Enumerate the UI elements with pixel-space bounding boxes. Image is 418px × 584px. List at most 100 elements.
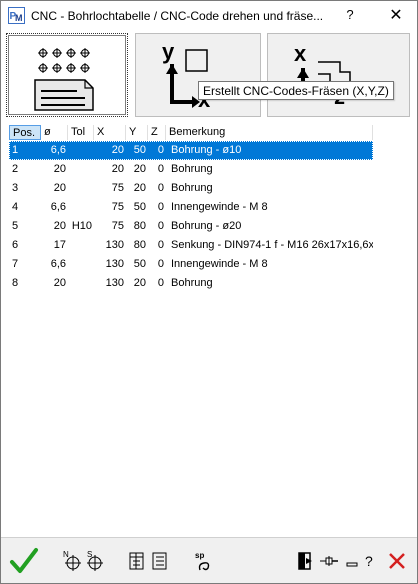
cell-x: 20	[111, 163, 124, 175]
cell-z: 0	[157, 144, 164, 156]
cell-y: 80	[133, 220, 146, 232]
cell-y: 50	[133, 201, 146, 213]
pin-icon[interactable]	[318, 548, 340, 574]
cell-tolerance	[68, 274, 94, 293]
cell-pos: 2	[12, 163, 19, 175]
cell-diameter: 6,6	[50, 144, 66, 156]
cell-x: 130	[105, 277, 124, 289]
hole-pattern-document-icon	[34, 48, 94, 111]
cell-bemerkung: Bohrung	[171, 163, 213, 175]
window-title: CNC - Bohrlochtabelle / CNC-Code drehen …	[31, 9, 324, 23]
y-axis-label: y	[162, 39, 175, 64]
close-icon[interactable]	[387, 548, 407, 574]
exit-door-icon[interactable]	[296, 548, 316, 574]
bottom-toolbar: N S sp ?	[1, 537, 417, 583]
xz-axes-icon: x z	[294, 41, 351, 109]
cell-tolerance: H10	[71, 220, 92, 232]
cell-x: 130	[105, 258, 124, 270]
cell-z: 0	[157, 182, 164, 194]
cell-x: 75	[111, 182, 124, 194]
cell-diameter: 6,6	[50, 201, 66, 213]
x-axis-label-milling: x	[294, 41, 307, 66]
cell-tolerance	[68, 160, 94, 179]
cell-tolerance	[68, 179, 94, 198]
svg-text:M: M	[15, 13, 23, 23]
cell-pos: 1	[12, 144, 19, 156]
mode-toolbar: y x x z Erstellt CNC-Codes-Fräsen (X,Y,Z…	[1, 31, 417, 121]
cell-pos: 6	[12, 239, 19, 251]
dialog-window: P M CNC - Bohrlochtabelle / CNC-Code dre…	[0, 0, 418, 584]
cell-tolerance	[68, 198, 94, 217]
cell-z: 0	[157, 239, 164, 251]
cell-z: 0	[157, 277, 164, 289]
cell-pos: 8	[12, 277, 19, 289]
cell-y: 20	[133, 163, 146, 175]
table-row[interactable]: 2 20 20 20 0 Bohrung	[9, 160, 373, 179]
cell-bemerkung: Innengewinde - M 8	[171, 201, 268, 213]
header-tolerance[interactable]: Tol	[68, 125, 94, 140]
north-label: N	[63, 550, 69, 559]
bohrlochtabelle-button[interactable]	[6, 33, 128, 117]
title-close-button[interactable]: ✕	[386, 6, 406, 26]
cell-x: 20	[111, 144, 124, 156]
minimize-icon[interactable]	[344, 548, 360, 574]
cell-tolerance	[68, 255, 94, 274]
north-crosshair-icon[interactable]: N	[61, 548, 83, 574]
cell-bemerkung: Senkung - DIN974-1 f - M16 26x17x16,6x37	[171, 239, 373, 251]
table-header: Pos. ø Tol X Y Z Bemerkung	[9, 125, 373, 140]
cell-x: 75	[111, 220, 124, 232]
cell-bemerkung: Bohrung - ø20	[171, 220, 242, 232]
south-crosshair-icon[interactable]: S	[83, 548, 105, 574]
cell-pos: 4	[12, 201, 19, 213]
cell-y: 50	[133, 144, 146, 156]
cell-y: 50	[133, 258, 146, 270]
table-row[interactable]: 6 17 130 80 0 Senkung - DIN974-1 f - M16…	[9, 236, 373, 255]
header-x[interactable]: X	[94, 125, 126, 140]
cell-y: 20	[133, 277, 146, 289]
cell-diameter: 20	[53, 220, 66, 232]
table-body: 1 6,6 20 50 0 Bohrung - ø10 2 20 20 20 0…	[9, 141, 373, 293]
cell-diameter: 6,6	[50, 258, 66, 270]
cell-z: 0	[157, 220, 164, 232]
title-help-button[interactable]: ?	[343, 7, 357, 25]
header-z[interactable]: Z	[148, 125, 166, 140]
table-row[interactable]: 5 20 H10 75 80 0 Bohrung - ø20	[9, 217, 373, 236]
cell-x: 130	[105, 239, 124, 251]
text-list-icon[interactable]	[151, 548, 169, 574]
cell-tolerance	[68, 141, 94, 160]
cnc-fraesen-tooltip: Erstellt CNC-Codes-Fräsen (X,Y,Z)	[198, 81, 394, 100]
cell-diameter: 17	[53, 239, 66, 251]
cell-z: 0	[157, 201, 164, 213]
cell-y: 80	[133, 239, 146, 251]
text-export-icon[interactable]	[128, 548, 146, 574]
header-diameter[interactable]: ø	[41, 125, 68, 140]
app-logo-icon: P M	[8, 7, 25, 24]
table-row[interactable]: 1 6,6 20 50 0 Bohrung - ø10	[9, 141, 373, 160]
help-icon[interactable]: ?	[365, 548, 373, 574]
cell-bemerkung: Bohrung	[171, 182, 213, 194]
cell-pos: 3	[12, 182, 19, 194]
cnc-fraesen-button[interactable]: x z	[267, 33, 410, 117]
table-row[interactable]: 7 6,6 130 50 0 Innengewinde - M 8	[9, 255, 373, 274]
cell-bemerkung: Innengewinde - M 8	[171, 258, 268, 270]
cell-z: 0	[157, 163, 164, 175]
cell-diameter: 20	[53, 182, 66, 194]
table-row[interactable]: 4 6,6 75 50 0 Innengewinde - M 8	[9, 198, 373, 217]
cell-diameter: 20	[53, 163, 66, 175]
cnc-drehen-button[interactable]: y x	[135, 33, 261, 117]
header-bemerkung[interactable]: Bemerkung	[166, 125, 373, 140]
header-y[interactable]: Y	[126, 125, 148, 140]
cell-pos: 5	[12, 220, 19, 232]
header-pos[interactable]: Pos.	[9, 125, 41, 140]
title-bar: P M CNC - Bohrlochtabelle / CNC-Code dre…	[1, 1, 417, 31]
table-row[interactable]: 8 20 130 20 0 Bohrung	[9, 274, 373, 293]
svg-text:sp: sp	[195, 551, 204, 560]
xy-axes-icon: y x	[162, 39, 211, 112]
ok-checkmark-icon[interactable]	[9, 546, 39, 573]
bohrloch-table: Pos. ø Tol X Y Z Bemerkung 1 6,6 20 50 0…	[1, 121, 417, 537]
cell-tolerance	[68, 236, 94, 255]
spiral-icon[interactable]: sp	[194, 548, 214, 574]
cell-x: 75	[111, 201, 124, 213]
cell-bemerkung: Bohrung - ø10	[171, 144, 242, 156]
table-row[interactable]: 3 20 75 20 0 Bohrung	[9, 179, 373, 198]
